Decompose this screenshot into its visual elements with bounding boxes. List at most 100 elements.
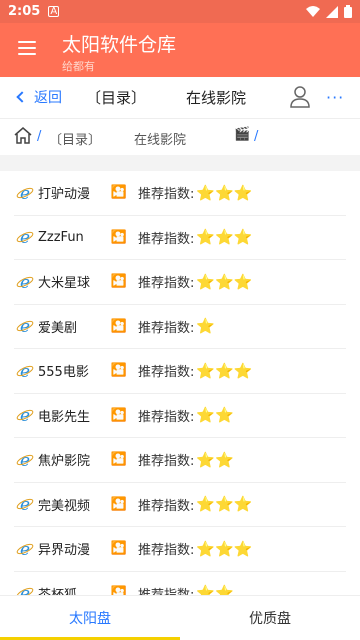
- rating-label: 推荐指数:: [138, 231, 195, 247]
- rating-label: 推荐指数:: [138, 543, 195, 559]
- list-item[interactable]: e 异界动漫 🎦 推荐指数: ⭐⭐⭐: [14, 527, 346, 572]
- film-icon: 🎦: [110, 585, 128, 595]
- breadcrumb-current[interactable]: 在线影院: [134, 129, 186, 148]
- app-title: 太阳软件仓库: [62, 34, 177, 56]
- rating-label: 推荐指数:: [138, 276, 195, 292]
- status-icons: [306, 5, 352, 18]
- browser-icon: e: [16, 317, 34, 335]
- bottom-tab-bar: 太阳盘 优质盘: [0, 595, 360, 640]
- svg-text:e: e: [20, 451, 30, 469]
- rating-label: 推荐指数:: [138, 584, 194, 595]
- site-name: 电影先生: [38, 409, 91, 425]
- list-item[interactable]: e ZzzFun 🎦 推荐指数: ⭐⭐⭐: [14, 216, 346, 260]
- app-bar: 太阳软件仓库 给都有: [0, 23, 360, 77]
- notification-icon: A: [48, 6, 60, 17]
- site-name: 大米星球: [38, 276, 91, 292]
- clapper-icon: 🎬: [234, 127, 251, 142]
- rating-stars: ⭐⭐: [196, 406, 234, 425]
- rating-label: 推荐指数:: [138, 365, 195, 381]
- rating-stars: ⭐⭐: [196, 450, 234, 469]
- tab-youzhi[interactable]: 优质盘: [180, 596, 360, 640]
- browser-icon: e: [16, 584, 34, 595]
- home-icon[interactable]: [14, 127, 32, 144]
- browser-icon: e: [16, 184, 34, 202]
- tab-taiyang[interactable]: 太阳盘: [0, 596, 180, 640]
- site-name: 爱美剧: [38, 320, 78, 336]
- wifi-icon: [306, 6, 320, 17]
- list-item[interactable]: e 爱美剧 🎦 推荐指数: ⭐: [14, 305, 346, 349]
- back-label: 返回: [34, 90, 62, 106]
- list-item[interactable]: e 完美视频 🎦 推荐指数: ⭐⭐⭐: [14, 483, 346, 527]
- site-name: 焦炉影院: [38, 454, 91, 470]
- site-name: 完美视频: [38, 498, 91, 514]
- app-subtitle: 给都有: [62, 60, 95, 73]
- film-icon: 🎦: [110, 229, 128, 245]
- film-icon: 🎦: [110, 363, 128, 379]
- breadcrumb-separator: /: [37, 129, 42, 144]
- svg-text:e: e: [20, 406, 30, 424]
- browser-icon: e: [16, 540, 34, 558]
- browser-icon: e: [16, 273, 34, 291]
- browser-icon: e: [16, 495, 34, 513]
- rating-label: 推荐指数:: [138, 454, 195, 470]
- list-item[interactable]: e 茶杯狐 🎦 推荐指数: ⭐⭐: [14, 572, 346, 595]
- svg-text:e: e: [20, 362, 30, 380]
- rating-stars: ⭐⭐⭐: [196, 361, 253, 380]
- svg-text:e: e: [20, 184, 30, 202]
- status-bar: 2:05 A: [0, 0, 360, 23]
- more-icon[interactable]: ···: [326, 88, 344, 107]
- breadcrumb: / 〔目录〕 在线影院 🎬 /: [0, 119, 360, 155]
- svg-text:e: e: [20, 273, 30, 291]
- film-icon: 🎦: [110, 541, 128, 557]
- film-icon: 🎦: [110, 274, 128, 290]
- svg-text:e: e: [20, 317, 30, 335]
- browser-icon: e: [16, 406, 34, 424]
- rating-stars: ⭐: [196, 317, 216, 336]
- list-item[interactable]: e 555电影 🎦 推荐指数: ⭐⭐⭐: [14, 349, 346, 394]
- film-icon: 🎦: [110, 318, 128, 334]
- user-icon[interactable]: [290, 86, 310, 108]
- site-name: 打驴动漫: [38, 187, 91, 203]
- site-name: ZzzFun: [38, 229, 84, 245]
- browser-icon: e: [16, 362, 34, 380]
- breadcrumb-catalog[interactable]: 〔目录〕: [49, 129, 101, 148]
- rating-stars: ⭐⭐⭐: [196, 183, 253, 202]
- site-name: 异界动漫: [38, 543, 91, 559]
- list-item[interactable]: e 打驴动漫 🎦 推荐指数: ⭐⭐⭐: [14, 171, 346, 216]
- browser-icon: e: [16, 228, 34, 246]
- svg-text:e: e: [20, 228, 30, 246]
- breadcrumb-separator: /: [254, 129, 259, 144]
- back-button[interactable]: 返回: [16, 87, 62, 107]
- film-icon: 🎦: [110, 185, 128, 201]
- page-title: 在线影院: [186, 89, 247, 107]
- rating-stars: ⭐⭐: [196, 584, 234, 595]
- section-divider: [0, 155, 360, 171]
- site-list[interactable]: e 打驴动漫 🎦 推荐指数: ⭐⭐⭐ e ZzzFun 🎦 推荐指数: ⭐⭐⭐ …: [0, 171, 360, 595]
- list-item[interactable]: e 电影先生 🎦 推荐指数: ⭐⭐: [14, 394, 346, 438]
- rating-stars: ⭐⭐⭐: [196, 495, 253, 514]
- rating-stars: ⭐⭐⭐: [196, 539, 253, 558]
- list-item[interactable]: e 焦炉影院 🎦 推荐指数: ⭐⭐: [14, 438, 346, 483]
- list-item[interactable]: e 大米星球 🎦 推荐指数: ⭐⭐⭐: [14, 260, 346, 305]
- rating-label: 推荐指数:: [138, 187, 195, 203]
- film-icon: 🎦: [110, 407, 128, 423]
- svg-text:e: e: [20, 495, 30, 513]
- signal-icon: [326, 5, 338, 18]
- film-icon: 🎦: [110, 496, 128, 512]
- film-icon: 🎦: [110, 452, 128, 468]
- rating-stars: ⭐⭐⭐: [196, 228, 253, 247]
- rating-label: 推荐指数:: [138, 409, 195, 425]
- rating-label: 推荐指数:: [138, 498, 195, 514]
- nav-bar: 返回 〔目录〕 在线影院 ···: [0, 77, 360, 119]
- browser-icon: e: [16, 451, 34, 469]
- battery-icon: [344, 5, 352, 18]
- rating-stars: ⭐⭐⭐: [196, 272, 253, 291]
- site-name: 555电影: [38, 365, 89, 381]
- chevron-left-icon: [16, 91, 28, 103]
- rating-label: 推荐指数:: [138, 320, 195, 336]
- svg-text:e: e: [20, 540, 30, 558]
- site-name: 茶杯狐: [38, 584, 104, 595]
- status-time: 2:05: [8, 4, 41, 19]
- menu-icon[interactable]: [18, 41, 36, 55]
- catalog-link[interactable]: 〔目录〕: [86, 87, 146, 108]
